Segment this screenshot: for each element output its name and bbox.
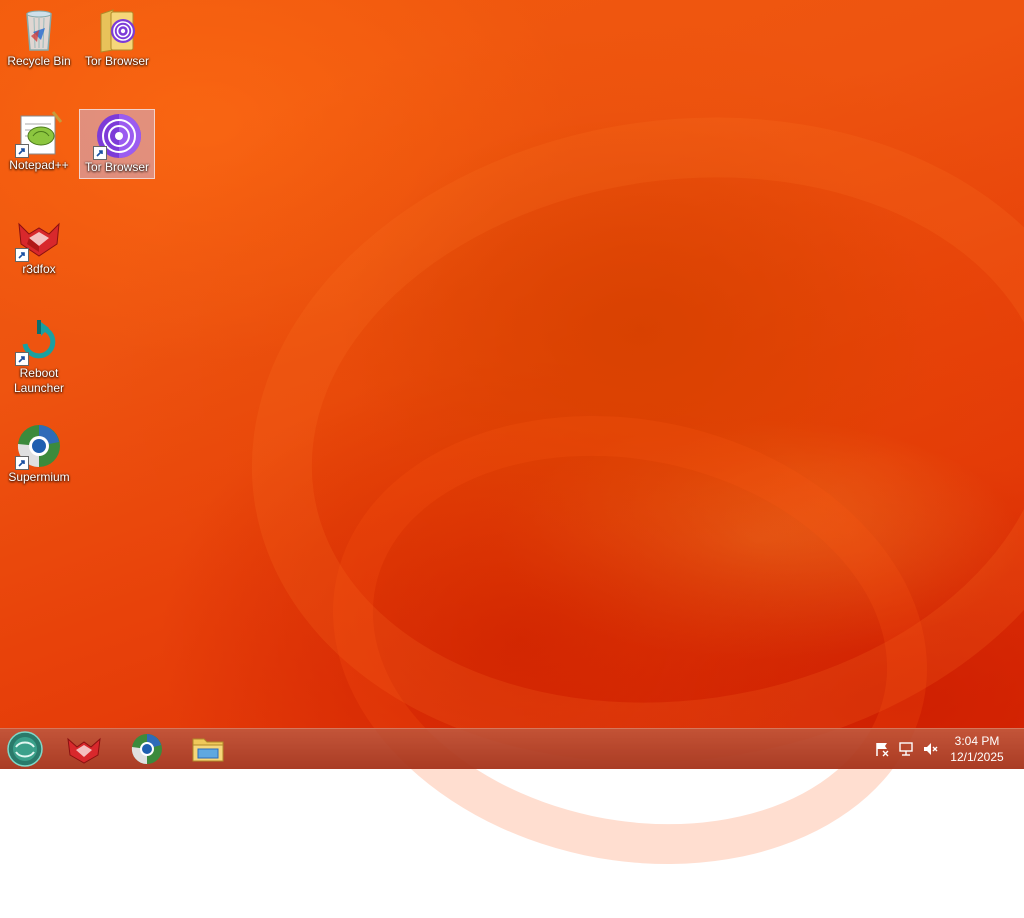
desktop-icon-label: Recycle Bin bbox=[7, 54, 71, 68]
taskbar-r3dfox-button[interactable] bbox=[60, 731, 108, 767]
network-icon[interactable] bbox=[898, 741, 914, 757]
start-orb-icon bbox=[7, 731, 43, 767]
shortcut-arrow-icon bbox=[15, 352, 29, 366]
desktop-icon-r3dfox[interactable]: r3dfox bbox=[1, 212, 77, 284]
shortcut-arrow-icon bbox=[15, 144, 29, 158]
supermium-icon bbox=[131, 734, 162, 765]
wallpaper-swirl-lower bbox=[290, 362, 970, 918]
desktop-icon-label: Supermium bbox=[8, 470, 70, 484]
start-button[interactable] bbox=[6, 731, 44, 767]
desktop-icon-notepad-plus-plus[interactable]: Notepad++ bbox=[1, 108, 77, 180]
desktop-icon-tor-browser[interactable]: Tor Browser bbox=[79, 109, 155, 179]
r3dfox-icon bbox=[15, 214, 63, 262]
shortcut-arrow-icon bbox=[15, 456, 29, 470]
desktop-icon-tor-browser-folder[interactable]: Tor Browser bbox=[79, 4, 155, 76]
shortcut-arrow-icon bbox=[93, 146, 107, 160]
volume-muted-icon[interactable] bbox=[922, 741, 938, 757]
taskbar-file-explorer-button[interactable] bbox=[184, 731, 232, 767]
tor-browser-icon bbox=[93, 112, 141, 160]
r3dfox-icon bbox=[67, 737, 101, 764]
recycle-bin-icon bbox=[15, 6, 63, 54]
shortcut-arrow-icon bbox=[15, 248, 29, 262]
taskbar-clock[interactable]: 3:04 PM 12/1/2025 bbox=[942, 733, 1012, 765]
notepad-plus-plus-icon bbox=[15, 110, 63, 158]
clock-date: 12/1/2025 bbox=[950, 750, 1004, 764]
wallpaper-swirl bbox=[209, 63, 1024, 817]
desktop-icon-label: Notepad++ bbox=[9, 158, 69, 172]
desktop-icon-reboot-launcher[interactable]: Reboot Launcher bbox=[1, 316, 77, 404]
taskbar: 3:04 PM 12/1/2025 bbox=[0, 728, 1024, 769]
reboot-launcher-icon bbox=[15, 318, 63, 366]
clock-time: 3:04 PM bbox=[954, 734, 1000, 748]
file-explorer-icon bbox=[192, 738, 224, 762]
folder-icon bbox=[93, 6, 141, 54]
desktop-icon-supermium[interactable]: Supermium bbox=[1, 420, 77, 492]
desktop-icon-label: r3dfox bbox=[22, 262, 56, 276]
desktop-icon-label: Tor Browser bbox=[84, 160, 149, 174]
desktop-icon-label: Tor Browser bbox=[84, 54, 149, 68]
taskbar-supermium-button[interactable] bbox=[123, 731, 171, 767]
action-center-flag-icon[interactable] bbox=[874, 741, 890, 757]
supermium-icon bbox=[15, 422, 63, 470]
desktop-wallpaper: Recycle Bin Tor Browser Notepad++ Tor Br… bbox=[0, 0, 1024, 918]
desktop-icon-label: Reboot Launcher bbox=[13, 366, 65, 395]
desktop-icon-recycle-bin[interactable]: Recycle Bin bbox=[1, 4, 77, 76]
